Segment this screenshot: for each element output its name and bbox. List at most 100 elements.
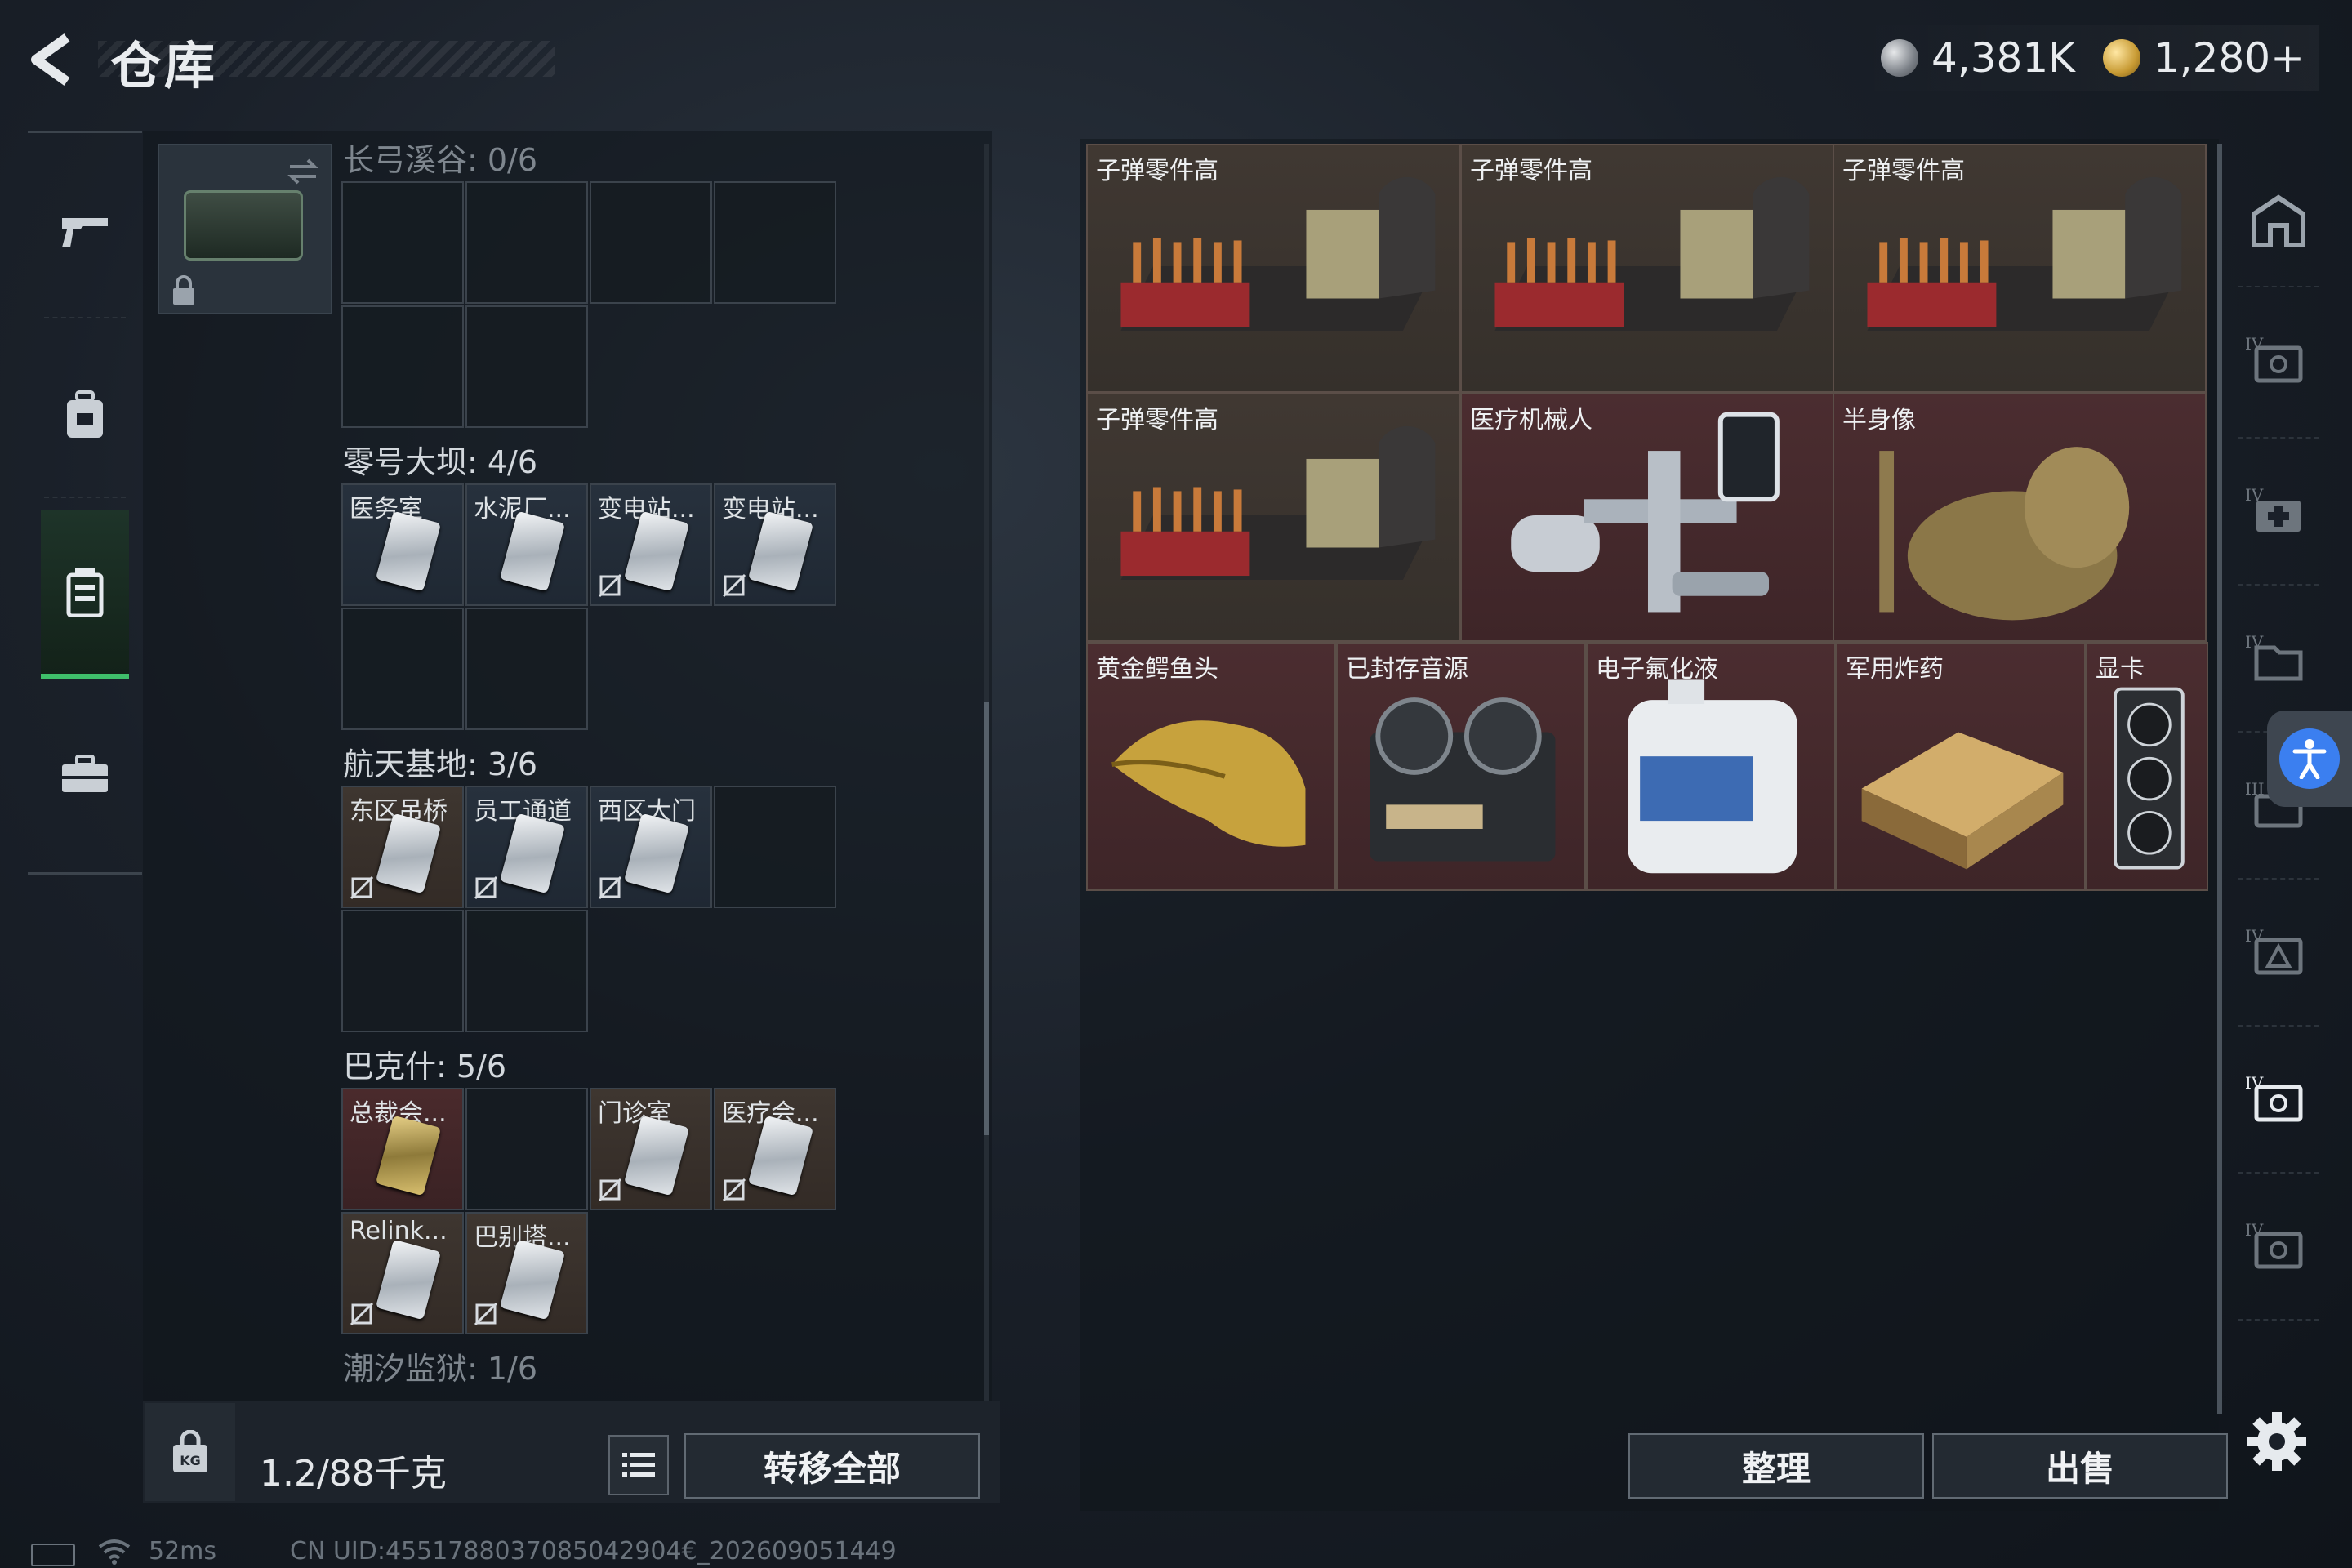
no-bind-icon	[722, 1178, 746, 1202]
item-bust[interactable]: 半身像	[1833, 393, 2207, 642]
tier4-safe-icon: IV	[2245, 334, 2303, 383]
list-view-button[interactable]	[608, 1435, 669, 1495]
empty-slot[interactable]	[341, 910, 464, 1032]
svg-text:IV: IV	[2245, 334, 2264, 354]
keycard-slot[interactable]: 医疗会...	[714, 1088, 836, 1210]
empty-slot[interactable]	[466, 305, 588, 428]
keycard-slot[interactable]: 医务室	[341, 483, 464, 606]
keycard-case-image	[184, 190, 303, 261]
section-title-space-base: 航天基地: 3/6	[343, 746, 538, 782]
keycard-slot[interactable]: 员工通道	[466, 786, 588, 908]
keycard-slot[interactable]: 西区大门	[590, 786, 712, 908]
user-uid: CN UID:4551788037085042904€_202609051449	[290, 1537, 897, 1566]
item-label: 已封存音源	[1346, 655, 1468, 684]
battery-icon	[31, 1544, 75, 1566]
no-bind-icon	[350, 875, 374, 900]
empty-slot[interactable]	[466, 608, 588, 730]
item-label: 军用炸药	[1846, 655, 1944, 684]
back-button[interactable]	[24, 31, 82, 88]
accessibility-button[interactable]	[2267, 710, 2352, 807]
keycard-label: Relink...	[350, 1217, 448, 1245]
wifi-icon	[98, 1539, 131, 1565]
empty-slot[interactable]	[466, 181, 588, 304]
item-label: 子弹零件高	[1096, 157, 1218, 185]
item-ammo-parts[interactable]: 子弹零件高	[1833, 144, 2207, 393]
no-bind-icon	[474, 875, 498, 900]
empty-slot[interactable]	[341, 608, 464, 730]
no-bind-icon	[598, 875, 622, 900]
empty-slot[interactable]	[341, 305, 464, 428]
accessibility-icon	[2279, 728, 2340, 789]
keycard-slot[interactable]: 水泥厂...	[466, 483, 588, 606]
left-category-nav	[28, 131, 142, 875]
status-bar: 52ms CN UID:4551788037085042904€_2026090…	[0, 1535, 2352, 1568]
item-label: 子弹零件高	[1470, 157, 1592, 185]
storage-tab-folder[interactable]: IV	[2234, 608, 2323, 706]
weight-capacity: 1.2/88千克	[260, 1453, 447, 1494]
svg-text:IV: IV	[2245, 1220, 2264, 1240]
no-bind-icon	[474, 1302, 498, 1326]
nav-weapons[interactable]	[28, 149, 142, 313]
keycard-slot[interactable]: 总裁会...	[341, 1088, 464, 1210]
item-label: 显卡	[2096, 655, 2145, 684]
storage-tab-triangle[interactable]: IV	[2234, 902, 2323, 1000]
empty-slot[interactable]	[341, 181, 464, 304]
empty-slot[interactable]	[714, 786, 836, 908]
item-label: 半身像	[1842, 406, 1916, 434]
keycard-slot[interactable]: 变电站...	[714, 483, 836, 606]
item-label: 黄金鳄鱼头	[1096, 655, 1218, 684]
nav-backpack[interactable]	[28, 333, 142, 497]
tier4-folder-icon: IV	[2245, 632, 2303, 681]
nav-toolbox[interactable]	[28, 693, 142, 856]
section-title-longbow-valley: 长弓溪谷: 0/6	[343, 142, 538, 178]
keycard-slot[interactable]: 东区吊桥	[341, 786, 464, 908]
item-military-explosives[interactable]: 军用炸药	[1836, 642, 2086, 891]
keycard-slot[interactable]: 门诊室	[590, 1088, 712, 1210]
storage-tab-safe-2[interactable]: IV	[2234, 1196, 2323, 1294]
svg-text:IV: IV	[2245, 1073, 2264, 1093]
item-graphics-card[interactable]: 显卡	[2086, 642, 2208, 891]
item-ammo-parts[interactable]: 子弹零件高	[1460, 144, 1834, 393]
storage-tab-safe-active[interactable]: IV	[2234, 1049, 2323, 1147]
empty-slot[interactable]	[714, 181, 836, 304]
storage-tab-medkit[interactable]: IV	[2234, 461, 2323, 559]
list-icon	[622, 1453, 655, 1477]
svg-text:KG: KG	[180, 1453, 201, 1468]
empty-slot[interactable]	[466, 910, 588, 1032]
sell-button[interactable]: 出售	[1932, 1433, 2228, 1499]
item-golden-crocodile-head[interactable]: 黄金鳄鱼头	[1086, 642, 1336, 891]
home-icon	[2252, 194, 2305, 247]
keycard-slot[interactable]: 巴别塔...	[466, 1212, 588, 1334]
item-sealed-audio-source[interactable]: 已封存音源	[1336, 642, 1586, 891]
keycard-slot[interactable]: Relink...	[341, 1212, 464, 1334]
gold-currency-value[interactable]: 1,280+	[2154, 34, 2305, 82]
item-medical-robot[interactable]: 医疗机械人	[1460, 393, 1834, 642]
keycard-case-thumbnail[interactable]	[158, 144, 332, 314]
swap-icon[interactable]	[285, 154, 321, 189]
gun-icon	[62, 218, 108, 247]
left-scrollbar-thumb[interactable]	[984, 702, 989, 1135]
svg-text:IV: IV	[2245, 926, 2264, 946]
keycard-case-icon	[66, 568, 104, 617]
gold-coin-icon	[2102, 39, 2140, 77]
item-ammo-parts[interactable]: 子弹零件高	[1086, 393, 1460, 642]
silver-currency-value: 4,381K	[1931, 34, 2075, 82]
section-title-zero-dam: 零号大坝: 4/6	[343, 444, 538, 480]
empty-slot[interactable]	[466, 1088, 588, 1210]
nav-keycard-case[interactable]	[41, 510, 129, 679]
storage-tab-safe[interactable]: IV	[2234, 310, 2323, 408]
item-label: 电子氟化液	[1596, 655, 1718, 684]
item-ammo-parts[interactable]: 子弹零件高	[1086, 144, 1460, 393]
item-fluorinated-liquid[interactable]: 电子氟化液	[1586, 642, 1836, 891]
keycard-slot[interactable]: 变电站...	[590, 483, 712, 606]
sort-button[interactable]: 整理	[1628, 1433, 1924, 1499]
settings-gear-icon[interactable]	[2244, 1409, 2310, 1474]
no-bind-icon	[722, 573, 746, 598]
item-label: 子弹零件高	[1096, 406, 1218, 434]
transfer-all-button[interactable]: 转移全部	[684, 1433, 980, 1499]
storage-tab-home[interactable]	[2234, 172, 2323, 270]
no-bind-icon	[598, 1178, 622, 1202]
right-scrollbar-track[interactable]	[2217, 144, 2222, 1414]
weight-lock-button[interactable]: KG	[145, 1403, 235, 1501]
empty-slot[interactable]	[590, 181, 712, 304]
